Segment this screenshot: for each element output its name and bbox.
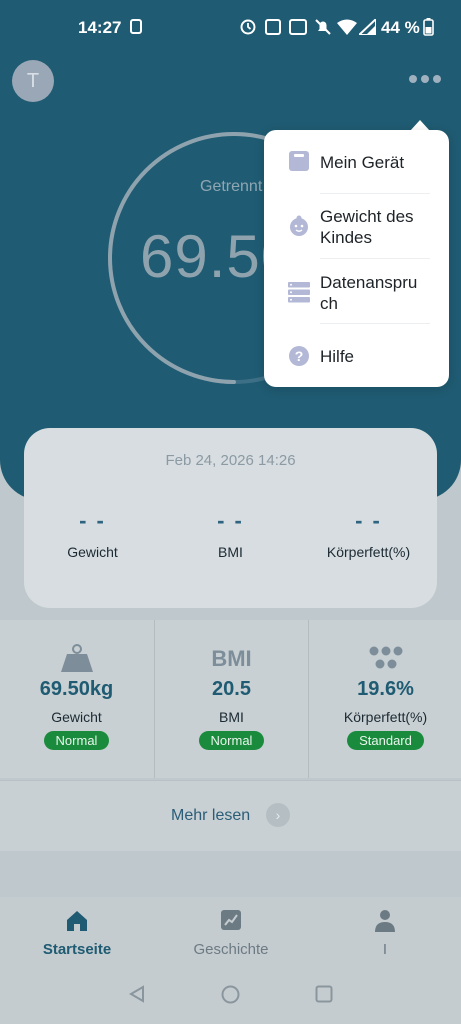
nav-profile[interactable]: I <box>308 909 461 958</box>
popup-menu: Mein Gerät Gewicht des Kindes Datenanspr… <box>264 130 449 387</box>
summary-weight: - - Gewicht <box>24 508 161 560</box>
user-icon <box>308 909 461 935</box>
metric-bmi[interactable]: BMI 20.5 BMI Normal <box>154 620 308 778</box>
summary-bodyfat-value: - - <box>355 508 382 533</box>
metric-bodyfat-label: Körperfett(%) <box>343 709 428 725</box>
menu-item-help-label: Hilfe <box>320 347 355 366</box>
metric-bodyfat-badge: Standard <box>347 731 424 750</box>
weight-icon <box>0 644 153 674</box>
mute-icon <box>314 18 332 41</box>
home-circle-icon[interactable] <box>221 985 240 1009</box>
summary-bmi-value: - - <box>217 508 244 533</box>
system-nav-bar <box>0 963 461 1024</box>
nav-home-label: Startseite <box>42 941 112 958</box>
menu-item-child-weight-label-2: Kindes <box>320 228 372 247</box>
chevron-right-icon[interactable]: › <box>266 803 290 827</box>
wifi-icon <box>337 19 357 40</box>
recents-icon[interactable] <box>315 985 333 1008</box>
menu-item-my-device[interactable]: Mein Gerät <box>264 150 449 190</box>
summary-bodyfat-label: Körperfett(%) <box>326 544 411 560</box>
menu-item-data-request[interactable]: Datenanspru ch <box>264 270 449 324</box>
svg-text:?: ? <box>295 348 304 364</box>
bottom-nav: Startseite Geschichte I <box>0 897 461 963</box>
menu-item-child-weight[interactable]: Gewicht des Kindes <box>264 204 449 258</box>
nav-profile-label: I <box>382 941 388 958</box>
metric-bmi-label: BMI <box>219 709 244 725</box>
metric-weight-label: Gewicht <box>51 709 102 725</box>
connection-status: Getrennt <box>200 178 263 195</box>
chart-icon <box>154 909 308 935</box>
status-bar: 14:27 44 % <box>0 0 461 58</box>
metric-bodyfat[interactable]: 19.6% Körperfett(%) Standard <box>308 620 461 778</box>
home-icon <box>0 909 154 935</box>
battery-percent: 44 % <box>381 18 420 37</box>
metric-bmi-value: 20.5 <box>212 678 251 700</box>
menu-item-help[interactable]: ? Hilfe <box>264 343 449 373</box>
metric-weight-value: 69.50kg <box>39 678 114 700</box>
sim-icon <box>130 19 142 34</box>
summary-bmi-label: BMI <box>218 544 243 560</box>
database-icon <box>288 281 310 303</box>
bmi-icon: BMI <box>211 646 252 671</box>
menu-divider <box>320 323 430 324</box>
metric-bmi-badge: Normal <box>198 731 265 750</box>
battery-icon <box>423 18 434 41</box>
menu-item-child-weight-label-1: Gewicht des <box>320 207 414 226</box>
nav-history[interactable]: Geschichte <box>154 909 308 958</box>
menu-item-my-device-label: Mein Gerät <box>320 153 405 172</box>
avatar[interactable]: T <box>12 60 54 102</box>
alarm-icon <box>239 17 257 40</box>
metric-weight-badge: Normal <box>43 731 110 750</box>
metrics-row: 69.50kg Gewicht Normal BMI 20.5 BMI Norm… <box>0 620 461 778</box>
back-icon[interactable] <box>128 985 146 1008</box>
menu-item-data-request-label-2: ch <box>320 294 338 313</box>
body-fat-icon <box>309 644 461 674</box>
metric-bodyfat-value: 19.6% <box>357 678 414 700</box>
metric-weight[interactable]: 69.50kg Gewicht Normal <box>0 620 153 778</box>
volte-icon <box>289 19 307 35</box>
scale-icon <box>288 150 310 172</box>
menu-divider <box>320 258 430 259</box>
summary-weight-label: Gewicht <box>67 544 118 560</box>
summary-bodyfat: - - Körperfett(%) <box>300 508 437 560</box>
menu-item-data-request-label-1: Datenanspru <box>320 273 418 292</box>
more-section: Mehr lesen › <box>0 780 461 851</box>
nav-home[interactable]: Startseite <box>0 909 154 958</box>
measurement-date: Feb 24, 2026 14:26 <box>165 452 296 469</box>
status-time: 14:27 <box>78 18 122 37</box>
baby-icon <box>288 215 310 237</box>
more-link[interactable]: Mehr lesen <box>171 807 250 825</box>
more-horizontal-icon[interactable] <box>405 72 445 86</box>
help-icon: ? <box>288 345 310 367</box>
summary-weight-value: - - <box>79 508 106 533</box>
nfc-icon <box>265 19 281 35</box>
menu-divider <box>320 193 430 194</box>
summary-bmi: - - BMI <box>162 508 299 560</box>
summary-card: Feb 24, 2026 14:26 - - Gewicht - - BMI -… <box>24 428 437 608</box>
nav-history-label: Geschichte <box>193 941 269 958</box>
signal-icon <box>356 16 377 40</box>
